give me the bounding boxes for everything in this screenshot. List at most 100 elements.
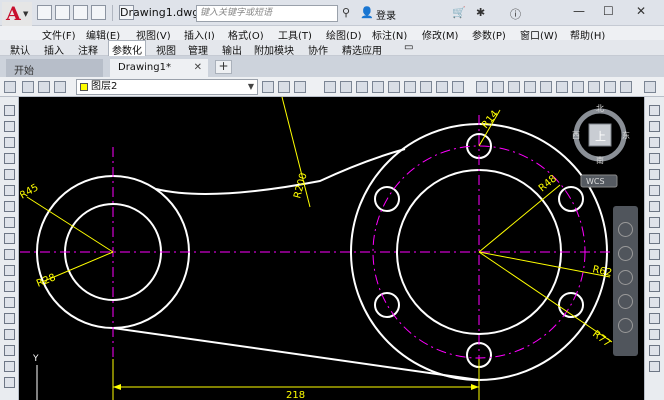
exchange-icon[interactable]: ✱	[476, 6, 485, 19]
layer-isolate-icon[interactable]	[294, 81, 306, 93]
insert-block-icon[interactable]	[4, 265, 15, 276]
toolbar-grip-icon[interactable]	[4, 81, 16, 93]
new-file-icon[interactable]	[37, 5, 52, 20]
save-icon[interactable]	[73, 5, 88, 20]
new-tab-button[interactable]: +	[215, 60, 232, 74]
file-tabs: 开始 Drawing1* ✕	[0, 56, 664, 77]
region-icon[interactable]	[4, 345, 15, 356]
copy-icon[interactable]	[649, 121, 660, 132]
trim-icon[interactable]	[649, 249, 660, 260]
binoculars-icon[interactable]: ⚲	[342, 6, 350, 19]
construction-line-icon[interactable]	[4, 121, 15, 132]
draw-icon-7[interactable]	[572, 81, 584, 93]
tab-default[interactable]: 默认	[10, 42, 30, 57]
arc-icon[interactable]	[4, 185, 15, 196]
gradient-icon[interactable]	[4, 329, 15, 340]
join-icon[interactable]	[649, 297, 660, 308]
close-icon[interactable]: ✕	[636, 4, 646, 18]
properties-icon-2[interactable]	[340, 81, 352, 93]
chamfer-icon[interactable]	[649, 313, 660, 324]
erase-icon[interactable]	[649, 105, 660, 116]
draw-icon-4[interactable]	[524, 81, 536, 93]
steering-wheel-icon[interactable]	[618, 222, 633, 237]
draw-icon-11[interactable]	[644, 81, 656, 93]
draw-icon-5[interactable]	[540, 81, 552, 93]
mirror-icon[interactable]	[649, 137, 660, 148]
pan-icon[interactable]	[618, 246, 633, 261]
layer-match-icon[interactable]	[262, 81, 274, 93]
extend-icon[interactable]	[649, 265, 660, 276]
properties-icon-3[interactable]	[356, 81, 368, 93]
tab-parametric[interactable]: 参数化	[108, 40, 146, 57]
explode-icon[interactable]	[649, 361, 660, 372]
open-file-icon[interactable]	[55, 5, 70, 20]
properties-icon-8[interactable]	[436, 81, 448, 93]
rectangle-icon[interactable]	[4, 169, 15, 180]
break-icon[interactable]	[649, 281, 660, 292]
showmotion-icon[interactable]	[618, 318, 633, 333]
tab-view[interactable]: 视图	[156, 42, 176, 57]
draw-icon-10[interactable]	[620, 81, 632, 93]
tab-addins[interactable]: 附加模块	[254, 42, 294, 57]
scale-icon[interactable]	[649, 217, 660, 228]
move-icon[interactable]	[649, 185, 660, 196]
tab-drawing1[interactable]: Drawing1* ✕	[110, 59, 208, 77]
circle-icon[interactable]	[4, 201, 15, 212]
properties-icon-1[interactable]	[324, 81, 336, 93]
tab-output[interactable]: 输出	[222, 42, 242, 57]
properties-icon-6[interactable]	[404, 81, 416, 93]
layer-freeze-icon[interactable]	[38, 81, 50, 93]
array-icon[interactable]	[649, 169, 660, 180]
tab-annotate[interactable]: 注释	[78, 42, 98, 57]
offset-icon[interactable]	[649, 153, 660, 164]
draw-icon-2[interactable]	[492, 81, 504, 93]
properties-icon-4[interactable]	[372, 81, 384, 93]
drawing-canvas[interactable]: R45 R28 R200 R14 R48 R62 R77 218 Y 上 北 南…	[20, 97, 644, 400]
ribbon-toggle-icon[interactable]: ▭	[404, 42, 413, 53]
maximize-icon[interactable]: ☐	[603, 4, 614, 18]
blend-icon[interactable]	[649, 345, 660, 356]
tab-collaborate[interactable]: 协作	[308, 42, 328, 57]
polyline-icon[interactable]	[4, 137, 15, 148]
line-icon[interactable]	[4, 105, 15, 116]
help-icon[interactable]: ⓘ	[510, 6, 521, 22]
layer-lock-icon[interactable]	[54, 81, 66, 93]
draw-icon-1[interactable]	[476, 81, 488, 93]
properties-icon-9[interactable]	[452, 81, 464, 93]
rotate-icon[interactable]	[649, 201, 660, 212]
point-icon[interactable]	[4, 297, 15, 308]
fillet-icon[interactable]	[649, 329, 660, 340]
layer-previous-icon[interactable]	[278, 81, 290, 93]
login-button[interactable]: 登录	[376, 7, 396, 22]
minimize-icon[interactable]: —	[573, 4, 585, 18]
table-icon[interactable]	[4, 361, 15, 372]
revcloud-icon[interactable]	[4, 217, 15, 228]
save-as-icon[interactable]	[91, 5, 106, 20]
tab-featured-apps[interactable]: 精选应用	[342, 42, 382, 57]
tab-start[interactable]: 开始	[6, 59, 103, 77]
draw-icon-6[interactable]	[556, 81, 568, 93]
orbit-icon[interactable]	[618, 294, 633, 309]
mtext-icon[interactable]	[4, 377, 15, 388]
search-input[interactable]: 键入关键字或短语	[196, 5, 338, 22]
layer-dropdown[interactable]: 图层2 ▼	[76, 79, 258, 95]
make-block-icon[interactable]	[4, 281, 15, 292]
draw-icon-8[interactable]	[588, 81, 600, 93]
draw-icon-3[interactable]	[508, 81, 520, 93]
tab-insert[interactable]: 插入	[44, 42, 64, 57]
polygon-icon[interactable]	[4, 153, 15, 164]
app-menu-button[interactable]: A ▼	[2, 2, 32, 26]
properties-icon-5[interactable]	[388, 81, 400, 93]
zoom-icon[interactable]	[618, 270, 633, 285]
properties-icon-7[interactable]	[420, 81, 432, 93]
cart-icon[interactable]: 🛒	[452, 6, 466, 19]
stretch-icon[interactable]	[649, 233, 660, 244]
close-tab-icon[interactable]: ✕	[194, 62, 202, 73]
ellipse-icon[interactable]	[4, 249, 15, 260]
spline-icon[interactable]	[4, 233, 15, 244]
hatch-icon[interactable]	[4, 313, 15, 324]
layer-state-icon[interactable]	[22, 81, 34, 93]
user-icon[interactable]: 👤	[360, 6, 374, 19]
draw-icon-9[interactable]	[604, 81, 616, 93]
tab-manage[interactable]: 管理	[188, 42, 208, 57]
